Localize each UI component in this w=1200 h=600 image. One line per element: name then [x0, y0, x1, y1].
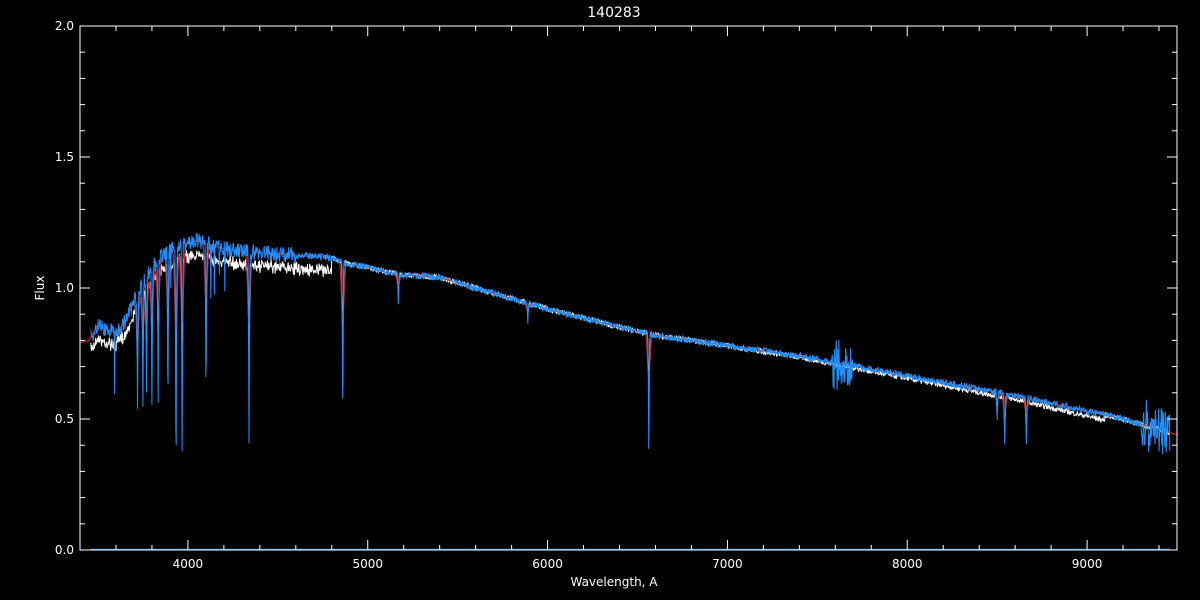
chart-background — [0, 0, 1200, 600]
x-axis-title: Wavelength, A — [570, 575, 658, 589]
y-tick-label: 1.0 — [55, 281, 74, 295]
x-tick-label: 7000 — [712, 557, 743, 571]
spectrum-chart: 140283 4000 5000 6000 7000 8000 9000 0.0 0.5 1.… — [0, 0, 1200, 600]
y-tick-label: 0.0 — [55, 543, 74, 557]
y-tick-label: 2.0 — [55, 19, 74, 33]
y-axis-title: Flux — [33, 276, 47, 301]
x-tick-label: 6000 — [532, 557, 563, 571]
y-tick-label: 1.5 — [55, 150, 74, 164]
x-tick-label: 8000 — [892, 557, 923, 571]
chart-title: 140283 — [587, 5, 640, 21]
y-tick-label: 0.5 — [55, 412, 74, 426]
x-tick-label: 9000 — [1072, 557, 1103, 571]
x-tick-label: 4000 — [173, 557, 204, 571]
x-tick-label: 5000 — [352, 557, 383, 571]
